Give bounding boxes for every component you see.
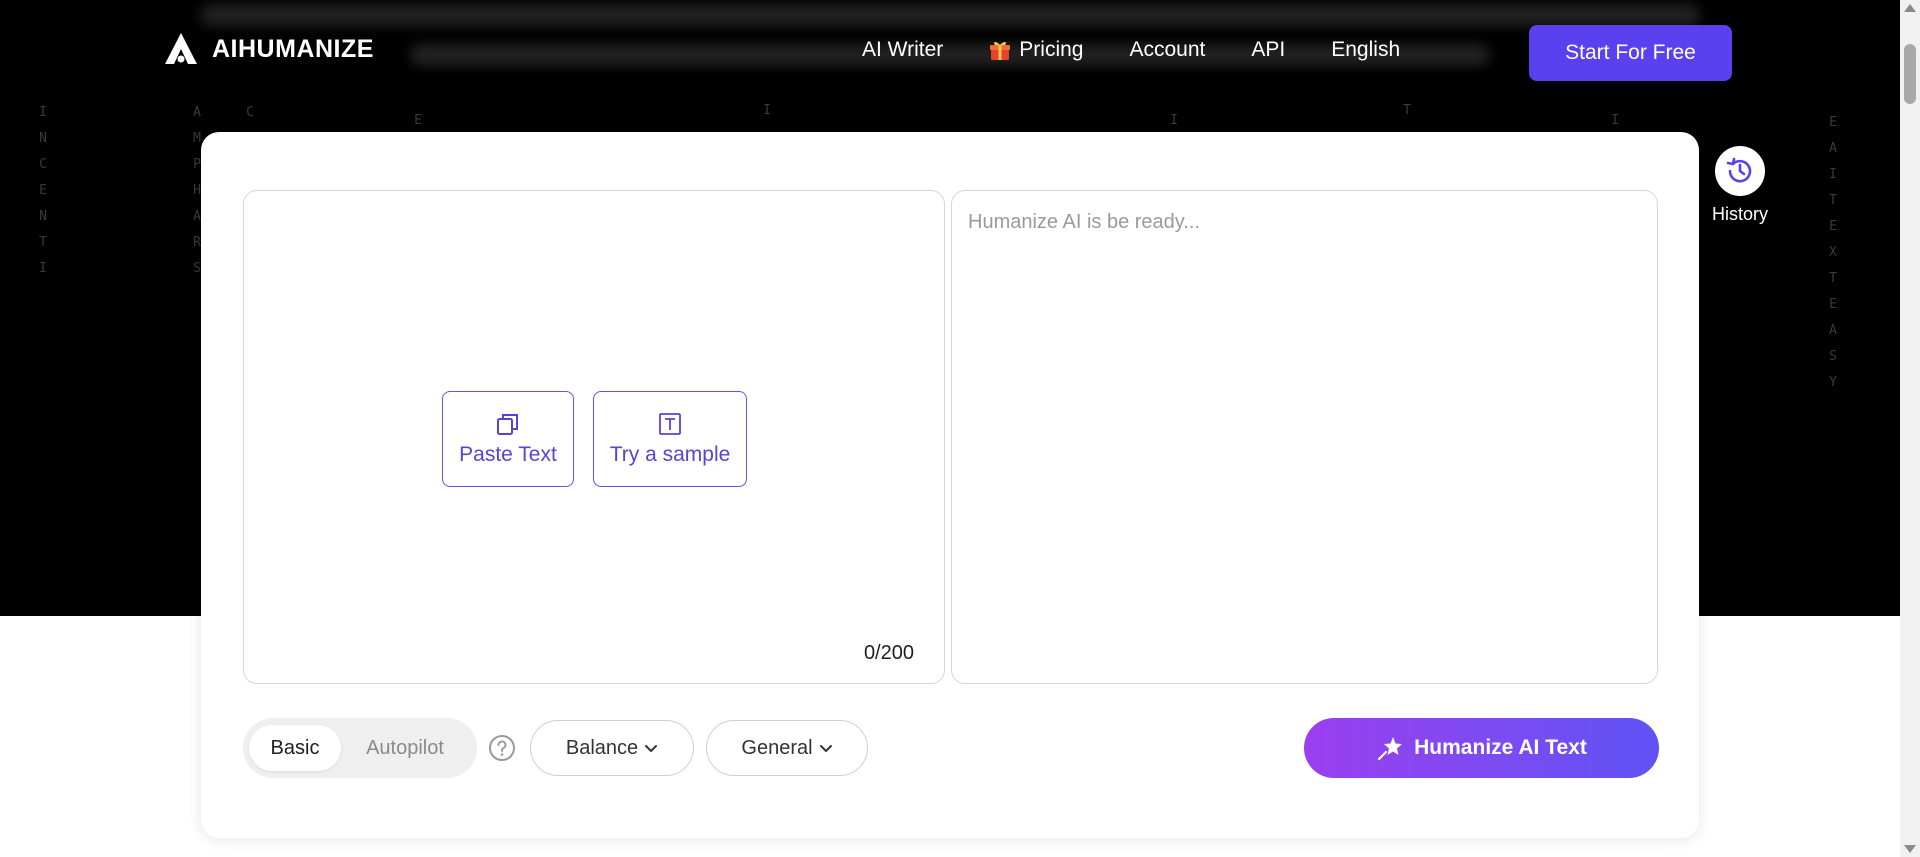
- history-button[interactable]: History: [1710, 146, 1770, 225]
- paste-text-button[interactable]: Paste Text: [442, 391, 574, 487]
- try-sample-label: Try a sample: [609, 443, 731, 466]
- nav-menu: AI Writer Pricing Account API English: [862, 38, 1400, 62]
- sparkle-icon: [1378, 737, 1403, 761]
- history-label: History: [1711, 204, 1768, 224]
- output-placeholder: Humanize AI is be ready...: [968, 211, 1200, 233]
- humanize-button-label: Humanize AI Text: [1414, 736, 1587, 759]
- character-counter: 0/200: [863, 642, 914, 664]
- copy-icon: [497, 414, 518, 435]
- nav-item-label: AI Writer: [862, 38, 944, 61]
- gift-icon: [989, 39, 1011, 61]
- scroll-thumb[interactable]: [1904, 44, 1916, 104]
- humanize-ai-text-button[interactable]: Humanize AI Text: [1304, 718, 1659, 778]
- nav-item-label: Account: [1129, 38, 1206, 61]
- nav-item-label: API: [1251, 38, 1286, 61]
- nav-item-api[interactable]: API: [1251, 38, 1285, 62]
- aihumanize-logo-icon: [165, 33, 197, 64]
- mode-autopilot[interactable]: Autopilot: [341, 725, 469, 771]
- nav-item-account[interactable]: Account: [1130, 38, 1206, 62]
- nav-item-language[interactable]: English: [1331, 38, 1400, 62]
- history-icon: [1715, 146, 1765, 196]
- brand-name: AIHUMANIZE: [212, 34, 374, 63]
- start-for-free-button[interactable]: Start For Free: [1529, 25, 1732, 81]
- nav-item-ai-writer[interactable]: AI Writer: [862, 38, 943, 62]
- mode-toggle: Basic Autopilot: [243, 718, 477, 778]
- general-dropdown[interactable]: General: [706, 720, 868, 776]
- navbar: AIHUMANIZE AI Writer Pricing Account API…: [0, 0, 1900, 104]
- balance-dropdown[interactable]: Balance: [530, 720, 694, 776]
- paste-text-label: Paste Text: [459, 443, 557, 466]
- output-text-area[interactable]: Humanize AI is be ready...: [951, 190, 1658, 684]
- chevron-down-icon: [645, 745, 658, 752]
- input-text-area[interactable]: Paste Text Try a sample 0/200: [243, 190, 945, 684]
- general-dropdown-label: General: [741, 736, 813, 759]
- try-sample-button[interactable]: Try a sample: [593, 391, 747, 487]
- logo[interactable]: AIHUMANIZE: [162, 30, 374, 68]
- nav-item-label: English: [1331, 38, 1401, 61]
- nav-item-label: Pricing: [1019, 38, 1084, 61]
- page-scrollbar[interactable]: [1900, 0, 1920, 857]
- scroll-down-arrow-icon[interactable]: [1904, 845, 1916, 853]
- text-icon: [659, 413, 681, 435]
- balance-dropdown-label: Balance: [565, 736, 639, 759]
- humanizer-card: Paste Text Try a sample 0/200 Humanize A…: [201, 132, 1699, 838]
- scroll-up-arrow-icon[interactable]: [1904, 4, 1916, 12]
- help-icon[interactable]: [488, 734, 516, 762]
- mode-basic[interactable]: Basic: [249, 725, 341, 771]
- nav-item-pricing[interactable]: Pricing: [989, 38, 1084, 62]
- chevron-down-icon: [819, 745, 832, 752]
